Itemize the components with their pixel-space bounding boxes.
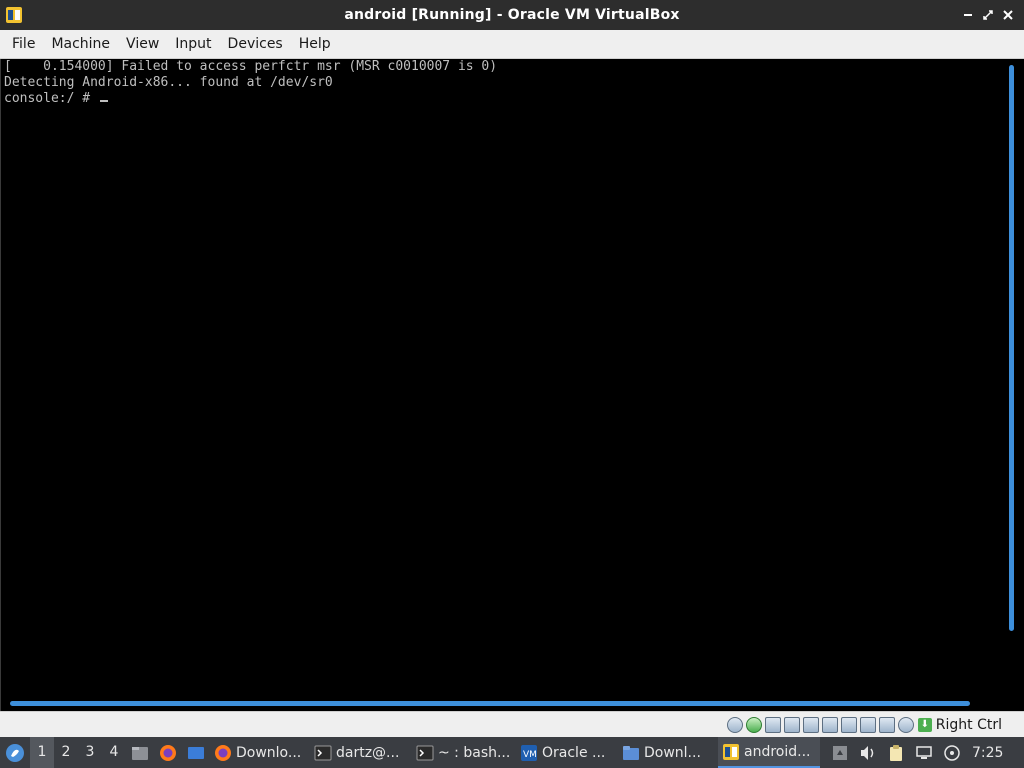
- tray-clipboard[interactable]: [882, 737, 910, 768]
- task-folder-downloads[interactable]: Downl...: [618, 737, 718, 768]
- desktop-icon: [188, 746, 204, 759]
- audio-icon[interactable]: [764, 716, 781, 733]
- firefox-icon: [215, 744, 231, 761]
- close-button[interactable]: [1000, 7, 1016, 23]
- clipboard-icon: [890, 744, 902, 761]
- task-label: Downlo...: [236, 744, 302, 761]
- display-icon[interactable]: [840, 716, 857, 733]
- usb-icon[interactable]: [802, 716, 819, 733]
- svg-text:VM: VM: [523, 750, 537, 760]
- task-terminal-dartz[interactable]: dartz@...: [310, 737, 412, 768]
- video-capture-icon[interactable]: [859, 716, 876, 733]
- optical-drive-icon[interactable]: [745, 716, 762, 733]
- task-label: ~ : bash...: [438, 744, 511, 761]
- window-titlebar[interactable]: android [Running] - Oracle VM VirtualBox: [0, 0, 1024, 30]
- minimize-button[interactable]: [960, 7, 976, 23]
- task-android-vm[interactable]: android...: [718, 737, 820, 768]
- task-label: android...: [744, 743, 811, 760]
- volume-icon: [861, 745, 874, 760]
- mouse-integration-icon[interactable]: [897, 716, 914, 733]
- tray-volume[interactable]: [854, 737, 882, 768]
- tray-updates[interactable]: [938, 737, 966, 768]
- task-label: dartz@...: [336, 744, 400, 761]
- folder-icon: [623, 745, 639, 760]
- host-key-indicator[interactable]: ⬇ Right Ctrl: [917, 716, 1002, 733]
- console-line: [ 0.154000] Failed to access perfctr msr…: [4, 59, 498, 74]
- keyboard-icon: [833, 745, 847, 760]
- minimize-icon: [964, 14, 972, 16]
- taskbar: 1 2 3 4 Downlo... dartz@... ~: bash... …: [0, 737, 1024, 768]
- firefox-icon: [160, 744, 176, 761]
- workspace-3[interactable]: 3: [78, 737, 102, 768]
- menu-input[interactable]: Input: [167, 30, 219, 59]
- file-manager-launcher[interactable]: [126, 737, 154, 768]
- terminal-icon: [314, 745, 332, 760]
- vm-status-bar: ⬇ Right Ctrl: [0, 711, 1024, 737]
- start-menu-button[interactable]: [0, 737, 30, 768]
- task-label: Oracle ...: [542, 744, 606, 761]
- workspace-4[interactable]: 4: [102, 737, 126, 768]
- show-desktop-button[interactable]: [182, 737, 210, 768]
- window-title: android [Running] - Oracle VM VirtualBox: [344, 7, 680, 23]
- menu-file[interactable]: File: [4, 30, 43, 59]
- menu-help[interactable]: Help: [291, 30, 339, 59]
- menu-bar: File Machine View Input Devices Help: [0, 30, 1024, 59]
- close-icon: [1003, 10, 1013, 20]
- clock[interactable]: 7:25: [972, 745, 1003, 761]
- terminal-icon: [416, 745, 434, 760]
- network-icon: [916, 745, 932, 759]
- workspace-2[interactable]: 2: [54, 737, 78, 768]
- host-key-arrow-icon: ⬇: [917, 717, 932, 732]
- tray-keyboard[interactable]: [826, 737, 854, 768]
- virtualbox-icon: [723, 743, 739, 760]
- console-output: [ 0.154000] Failed to access perfctr msr…: [4, 59, 1004, 107]
- shared-folders-icon[interactable]: [821, 716, 838, 733]
- task-terminal-bash[interactable]: ~ : bash...: [412, 737, 516, 768]
- virtualbox-icon: VM: [521, 744, 537, 761]
- menu-machine[interactable]: Machine: [43, 30, 118, 59]
- vm-display[interactable]: [ 0.154000] Failed to access perfctr msr…: [0, 59, 1024, 711]
- vertical-scrollbar[interactable]: [1009, 65, 1014, 631]
- task-virtualbox-manager[interactable]: VM Oracle ...: [516, 737, 618, 768]
- console-line: Detecting Android-x86... found at /dev/s…: [4, 75, 333, 90]
- network-icon[interactable]: [783, 716, 800, 733]
- host-key-label: Right Ctrl: [935, 716, 1002, 733]
- virtualbox-icon: [6, 7, 22, 23]
- task-label: Downl...: [644, 744, 701, 761]
- restore-icon: [983, 10, 993, 20]
- menu-devices[interactable]: Devices: [220, 30, 291, 59]
- cpu-icon[interactable]: [878, 716, 895, 733]
- start-menu-icon: [6, 743, 24, 762]
- firefox-launcher[interactable]: [154, 737, 182, 768]
- task-firefox-downloads[interactable]: Downlo...: [210, 737, 310, 768]
- horizontal-scrollbar[interactable]: [10, 701, 970, 706]
- console-prompt-line: console:/ #: [4, 91, 1004, 107]
- updates-icon: [944, 744, 960, 761]
- hard-disk-icon[interactable]: [726, 716, 743, 733]
- console-prompt: console:/ #: [4, 91, 98, 106]
- workspace-1[interactable]: 1: [30, 737, 54, 768]
- menu-view[interactable]: View: [118, 30, 167, 59]
- maximize-button[interactable]: [980, 7, 996, 23]
- text-cursor: [99, 100, 108, 102]
- tray-network[interactable]: [910, 737, 938, 768]
- file-manager-icon: [132, 746, 148, 760]
